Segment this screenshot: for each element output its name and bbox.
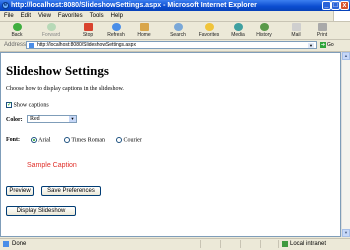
go-button[interactable]: ➔ Go [320,41,348,50]
times-roman-label: Times Roman [71,137,106,144]
arial-label: Arial [38,137,51,144]
stop-label: Stop [82,32,94,38]
home-label: Home [137,32,151,38]
local-intranet-icon [282,241,288,247]
home-icon [139,23,149,31]
print-icon [317,23,327,31]
times-roman-radio[interactable] [64,137,70,143]
stop-button[interactable]: Stop [76,23,100,38]
search-icon [173,23,183,31]
go-arrow-icon: ➔ [320,41,326,48]
page-done-icon [3,241,9,247]
media-label: Media [231,32,245,38]
address-url: http://localhost:8080/SlideshowSettings.… [37,42,136,48]
address-bar: Address http://localhost:8080/SlideshowS… [0,40,350,52]
chevron-down-icon[interactable]: ▼ [69,116,76,122]
refresh-label: Refresh [107,32,125,38]
mail-label: Mail [291,32,301,38]
color-label: Color: [6,117,23,123]
close-button[interactable]: x [340,1,349,10]
intro-text: Choose how to display captions in the sl… [6,86,124,92]
security-zone: Local intranet [290,241,327,247]
minimize-button[interactable]: _ [322,1,331,10]
mail-icon [291,23,301,31]
address-dropdown-icon[interactable]: ▼ [308,43,314,48]
courier-label: Courier [123,137,142,144]
back-arrow-icon [12,23,22,31]
search-button[interactable]: Search [166,23,190,38]
font-option-courier[interactable]: Courier [116,137,142,143]
windows-logo-icon [333,11,350,21]
menu-tools[interactable]: Tools [90,13,104,19]
vertical-scrollbar[interactable]: ▲ ▼ [341,52,350,237]
page-title: Slideshow Settings [6,63,109,78]
media-icon [233,23,243,31]
scroll-up-icon[interactable]: ▲ [342,52,350,60]
font-row: Font: Arial Times Roman Courier [6,137,336,143]
display-slideshow-button[interactable]: Display Slideshow [6,206,76,216]
scroll-down-icon[interactable]: ▼ [342,229,350,237]
stop-icon [83,23,93,31]
preview-button[interactable]: Preview [6,186,34,196]
font-option-arial[interactable]: Arial [31,137,51,143]
title-bar: e http://localhost:8080/SlideshowSetting… [0,0,350,11]
ie-logo-icon: e [2,2,9,9]
menu-favorites[interactable]: Favorites [58,13,83,19]
status-divider [220,240,221,248]
forward-button[interactable]: Forward [36,23,66,38]
menu-bar: File Edit View Favorites Tools Help [0,11,350,22]
mail-button[interactable]: Mail [284,23,308,38]
status-divider [200,240,201,248]
favorites-button[interactable]: Favorites [194,23,224,38]
address-input[interactable]: http://localhost:8080/SlideshowSettings.… [26,41,317,49]
show-captions-row: ✓ Show captions [6,102,49,108]
page-icon [29,43,34,48]
refresh-button[interactable]: Refresh [104,23,128,38]
back-button[interactable]: Back [2,23,32,38]
go-label: Go [327,42,334,48]
address-label: Address [4,42,27,48]
window-title: http://localhost:8080/SlideshowSettings.… [11,2,257,9]
arial-radio[interactable] [31,137,37,143]
forward-label: Forward [41,32,61,38]
font-label: Font: [6,137,20,143]
history-label: History [256,32,272,38]
maximize-button[interactable]: □ [331,1,340,10]
favorites-star-icon [204,23,214,31]
color-select-value: Red [30,116,40,122]
print-label: Print [316,32,328,38]
refresh-icon [111,23,121,31]
status-text: Done [12,241,27,247]
sample-caption: Sample Caption [27,162,77,169]
page-content: Slideshow Settings Choose how to display… [0,52,341,237]
save-preferences-button[interactable]: Save Preferences [41,186,101,196]
history-button[interactable]: History [252,23,276,38]
show-captions-label: Show captions [13,102,49,109]
status-divider [240,240,241,248]
show-captions-checkbox[interactable]: ✓ [6,102,12,108]
media-button[interactable]: Media [226,23,250,38]
courier-radio[interactable] [116,137,122,143]
menu-view[interactable]: View [38,13,51,19]
menu-edit[interactable]: Edit [21,13,31,19]
print-button[interactable]: Print [310,23,334,38]
color-select[interactable]: Red ▼ [27,115,77,123]
color-row: Color: Red ▼ [6,115,77,123]
font-option-times-roman[interactable]: Times Roman [64,137,105,143]
standard-toolbar: Back Forward Stop Refresh Home Search Fa… [0,22,350,40]
menu-help[interactable]: Help [111,13,123,19]
favorites-label: Favorites [198,32,220,38]
status-divider [278,240,279,248]
menu-file[interactable]: File [4,13,14,19]
history-icon [259,23,269,31]
home-button[interactable]: Home [132,23,156,38]
status-bar: Done Local intranet [0,238,350,250]
forward-arrow-icon [46,23,56,31]
back-label: Back [11,32,23,38]
search-label: Search [170,32,186,38]
status-divider [260,240,261,248]
